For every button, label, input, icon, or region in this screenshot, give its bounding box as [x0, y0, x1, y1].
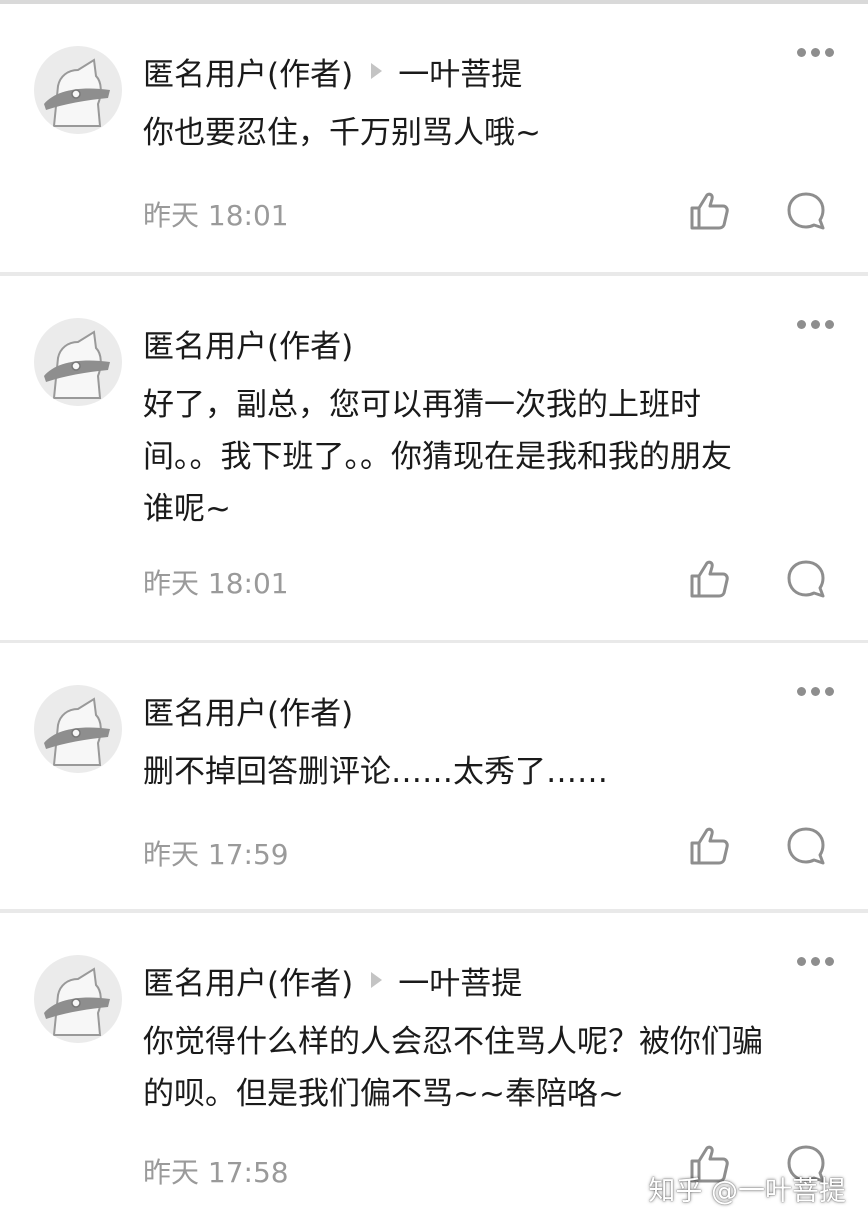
author-line: 匿名用户(作者) — [143, 320, 353, 366]
reply-to-name[interactable]: 一叶菩提 — [398, 49, 522, 94]
comment-time: 昨天 17:58 — [143, 1156, 289, 1189]
author-name[interactable]: 匿名用户(作者) — [143, 49, 353, 94]
comment-line: 的呗。但是我们偏不骂~~奉陪咯~ — [143, 1076, 624, 1112]
anonymous-cat-icon — [44, 330, 110, 399]
comment-item: 匿名用户(作者) 一叶菩提 你也要忍住，千万别骂人哦~ 昨天 18:01 — [0, 4, 868, 272]
reply-arrow-icon — [371, 63, 383, 79]
author-name[interactable]: 匿名用户(作者) — [143, 321, 353, 366]
avatar[interactable] — [34, 46, 122, 134]
comment-time: 昨天 17:59 — [143, 838, 289, 871]
reply-to-name[interactable]: 一叶菩提 — [398, 958, 522, 1003]
comment-text: 你也要忍住，千万别骂人哦~ — [143, 107, 843, 159]
author-line: 匿名用户(作者) — [143, 687, 353, 733]
comment-item: 匿名用户(作者) 删不掉回答删评论……太秀了…… 昨天 17:59 — [0, 643, 868, 909]
anonymous-cat-icon — [44, 58, 110, 127]
comment-line: 你觉得什么样的人会忍不住骂人呢？被你们骗 — [143, 1024, 763, 1060]
author-name[interactable]: 匿名用户(作者) — [143, 688, 353, 733]
avatar[interactable] — [34, 955, 122, 1043]
thumbs-up-icon[interactable] — [688, 558, 730, 600]
comment-line: 谁呢~ — [143, 491, 231, 527]
anonymous-cat-icon — [44, 967, 110, 1036]
comment-text: 删不掉回答删评论……太秀了…… — [143, 746, 843, 798]
thumbs-up-icon[interactable] — [688, 190, 730, 232]
comment-line: 你也要忍住，千万别骂人哦~ — [143, 115, 541, 151]
thumbs-up-icon[interactable] — [688, 825, 730, 867]
author-name[interactable]: 匿名用户(作者) — [143, 958, 353, 1003]
avatar[interactable] — [34, 685, 122, 773]
more-dots-icon[interactable] — [797, 957, 834, 966]
reply-arrow-icon — [371, 972, 383, 988]
comment-line: 间。。我下班了。。你猜现在是我和我的朋友 — [143, 439, 732, 475]
author-line: 匿名用户(作者) 一叶菩提 — [143, 48, 522, 94]
more-dots-icon[interactable] — [797, 320, 834, 329]
comment-line: 删不掉回答删评论……太秀了…… — [143, 754, 608, 790]
comment-item: 匿名用户(作者) 好了，副总，您可以再猜一次我的上班时 间。。我下班了。。你猜现… — [0, 276, 868, 640]
comment-bubble-icon[interactable] — [785, 825, 827, 867]
comment-time: 昨天 18:01 — [143, 567, 289, 600]
author-line: 匿名用户(作者) 一叶菩提 — [143, 957, 522, 1003]
anonymous-cat-icon — [44, 697, 110, 766]
comment-text: 你觉得什么样的人会忍不住骂人呢？被你们骗 的呗。但是我们偏不骂~~奉陪咯~ — [143, 1016, 843, 1120]
comment-bubble-icon[interactable] — [785, 190, 827, 232]
watermark: 知乎 @一叶菩提 — [648, 1176, 846, 1207]
comment-item: 匿名用户(作者) 一叶菩提 你觉得什么样的人会忍不住骂人呢？被你们骗 的呗。但是… — [0, 913, 868, 1230]
comment-time: 昨天 18:01 — [143, 199, 289, 232]
more-dots-icon[interactable] — [797, 48, 834, 57]
comment-bubble-icon[interactable] — [785, 558, 827, 600]
comment-line: 好了，副总，您可以再猜一次我的上班时 — [143, 387, 701, 423]
more-dots-icon[interactable] — [797, 687, 834, 696]
comment-text: 好了，副总，您可以再猜一次我的上班时 间。。我下班了。。你猜现在是我和我的朋友 … — [143, 379, 843, 535]
avatar[interactable] — [34, 318, 122, 406]
